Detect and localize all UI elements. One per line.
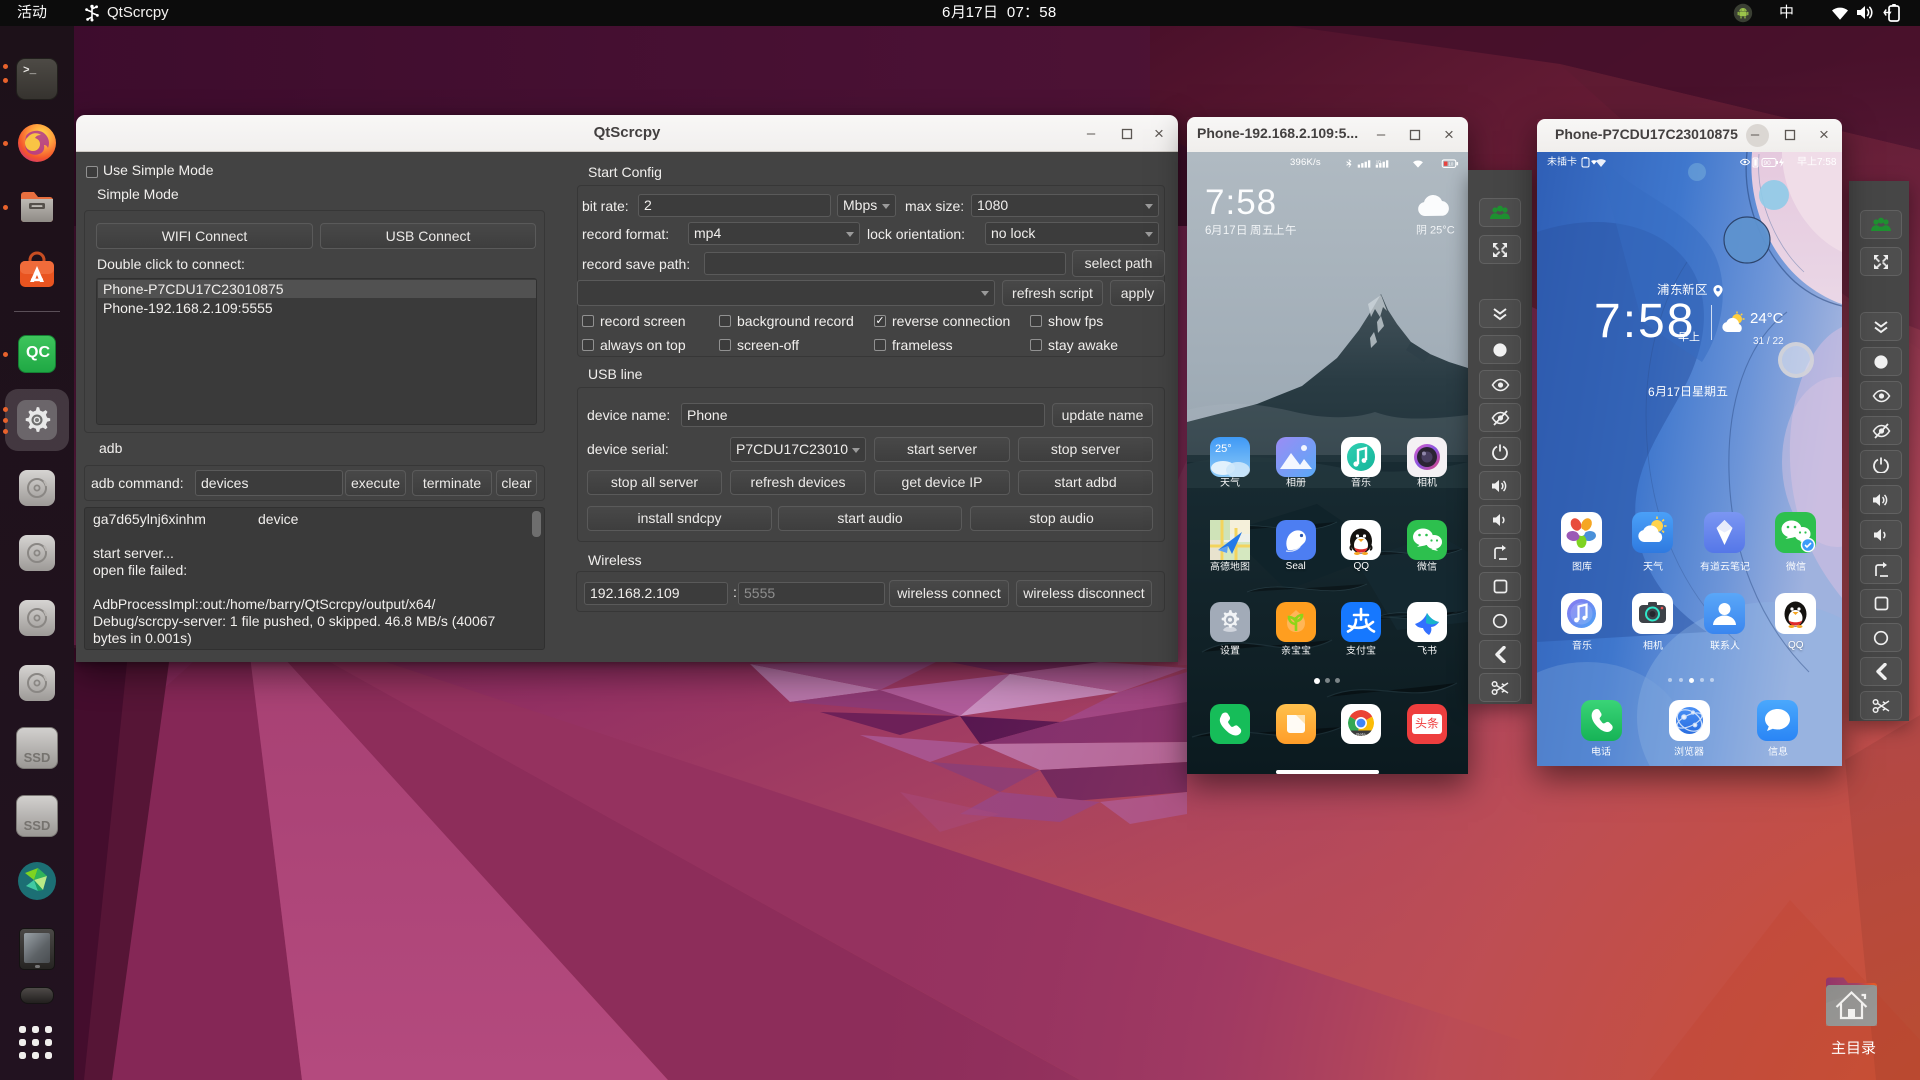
svg-text:10: 10: [1448, 161, 1454, 166]
svg-text:90: 90: [1764, 160, 1772, 167]
svg-text:Beta: Beta: [1356, 732, 1366, 737]
svg-text:25°: 25°: [1215, 443, 1232, 455]
